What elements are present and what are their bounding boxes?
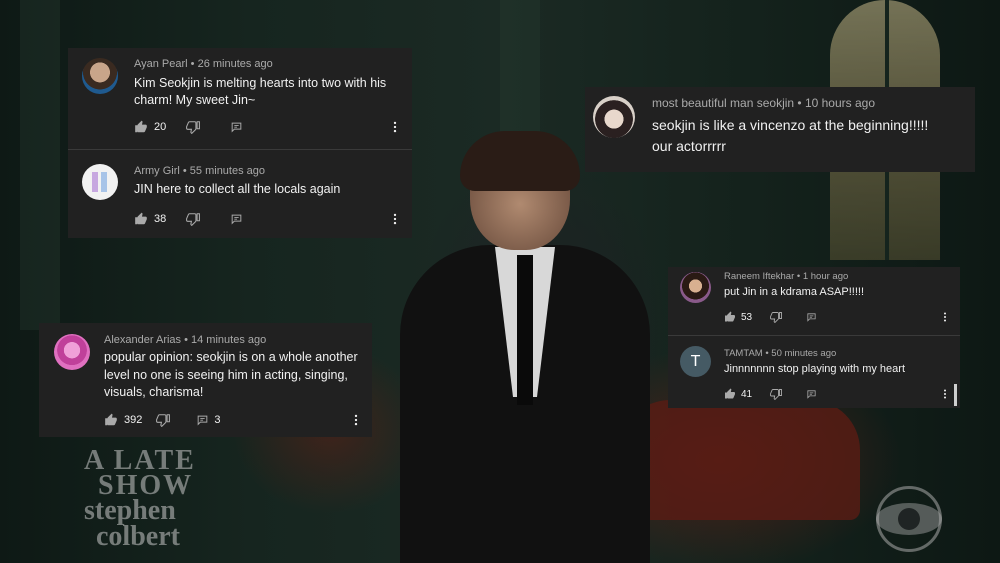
dislike-icon: [186, 212, 200, 226]
comment-author-meta[interactable]: most beautiful man seokjin • 10 hours ag…: [652, 96, 875, 110]
reply-button[interactable]: [806, 312, 817, 323]
like-count: 392: [124, 414, 143, 426]
comment-text: Jinnnnnnn stop playing with my heart: [724, 363, 905, 375]
like-button[interactable]: 392: [104, 413, 142, 427]
divider: [668, 335, 960, 336]
more-vert-icon[interactable]: [388, 212, 402, 226]
comment-text: seokjin is like a vincenzo at the beginn…: [652, 117, 929, 154]
comment-actions: 392 3: [104, 413, 220, 427]
like-icon: [134, 120, 148, 134]
comment-card: Raneem Iftekhar • 1 hour ago put Jin in …: [668, 267, 960, 408]
like-button[interactable]: 53: [724, 311, 752, 323]
more-vert-icon[interactable]: [939, 388, 951, 400]
pillar: [20, 0, 60, 330]
comment-card: most beautiful man seokjin • 10 hours ag…: [585, 87, 975, 172]
like-button[interactable]: 20: [134, 120, 166, 134]
dislike-icon: [770, 311, 782, 323]
comment-text: put Jin in a kdrama ASAP!!!!!: [724, 286, 865, 298]
performer-figure: [400, 131, 650, 563]
comment-author-meta[interactable]: Army Girl • 55 minutes ago: [134, 165, 265, 177]
comment-actions: 20: [134, 120, 243, 134]
cbs-eye-logo: [876, 486, 942, 552]
like-icon: [104, 413, 118, 427]
comment-card: Ayan Pearl • 26 minutes ago Kim Seokjin …: [68, 48, 412, 238]
scrollbar-thumb[interactable]: [954, 384, 957, 406]
like-count: 53: [741, 311, 753, 323]
like-count: 20: [154, 121, 167, 133]
like-icon: [724, 311, 736, 323]
reply-button[interactable]: [230, 121, 243, 134]
dislike-button[interactable]: [186, 212, 200, 226]
late-show-logo: A LATE SHOW stephen colbert: [84, 446, 196, 552]
tie: [517, 255, 533, 405]
hair: [460, 131, 580, 191]
reply-icon: [230, 213, 243, 226]
dislike-icon: [770, 388, 782, 400]
avatar[interactable]: [593, 96, 635, 138]
comment-author-meta[interactable]: TAMTAM • 50 minutes ago: [724, 348, 836, 359]
logo-line: stephen: [84, 495, 176, 527]
like-button[interactable]: 38: [134, 212, 166, 226]
dislike-button[interactable]: [770, 388, 782, 400]
reply-icon: [196, 414, 209, 427]
dislike-button[interactable]: [770, 311, 782, 323]
avatar[interactable]: [82, 58, 118, 94]
more-vert-icon[interactable]: [939, 311, 951, 323]
avatar[interactable]: [54, 334, 90, 370]
more-vert-icon[interactable]: [388, 120, 402, 134]
reply-icon: [230, 121, 243, 134]
dislike-icon: [156, 413, 170, 427]
comment-text: Kim Seokjin is melting hearts into two w…: [134, 76, 387, 107]
dislike-button[interactable]: [156, 413, 170, 427]
sofa: [620, 400, 860, 520]
comment-actions: 41: [724, 388, 817, 400]
comment-actions: 38: [134, 212, 243, 226]
avatar[interactable]: [680, 272, 711, 303]
dislike-icon: [186, 120, 200, 134]
comment-text: JIN here to collect all the locals again: [134, 182, 341, 196]
like-button[interactable]: 41: [724, 388, 752, 400]
reply-icon: [806, 312, 817, 323]
dislike-button[interactable]: [186, 120, 200, 134]
like-icon: [724, 388, 736, 400]
comment-author-meta[interactable]: Alexander Arias • 14 minutes ago: [104, 334, 266, 346]
reply-button[interactable]: [230, 213, 243, 226]
avatar[interactable]: T: [680, 346, 711, 377]
divider: [68, 149, 412, 150]
reply-button[interactable]: 3: [196, 414, 220, 427]
avatar[interactable]: [82, 164, 118, 200]
comment-author-meta[interactable]: Ayan Pearl • 26 minutes ago: [134, 58, 273, 70]
like-count: 41: [741, 388, 753, 400]
reply-count: 3: [214, 414, 221, 426]
comment-author-meta[interactable]: Raneem Iftekhar • 1 hour ago: [724, 271, 848, 282]
comment-actions: 53: [724, 311, 817, 323]
like-icon: [134, 212, 148, 226]
comment-card: Alexander Arias • 14 minutes ago popular…: [39, 323, 372, 437]
comment-text: popular opinion: seokjin is on a whole a…: [104, 350, 358, 399]
more-vert-icon[interactable]: [349, 413, 363, 427]
logo-line: colbert: [96, 520, 180, 552]
reply-icon: [806, 389, 817, 400]
reply-button[interactable]: [806, 389, 817, 400]
like-count: 38: [154, 213, 167, 225]
avatar-letter: T: [690, 352, 701, 370]
